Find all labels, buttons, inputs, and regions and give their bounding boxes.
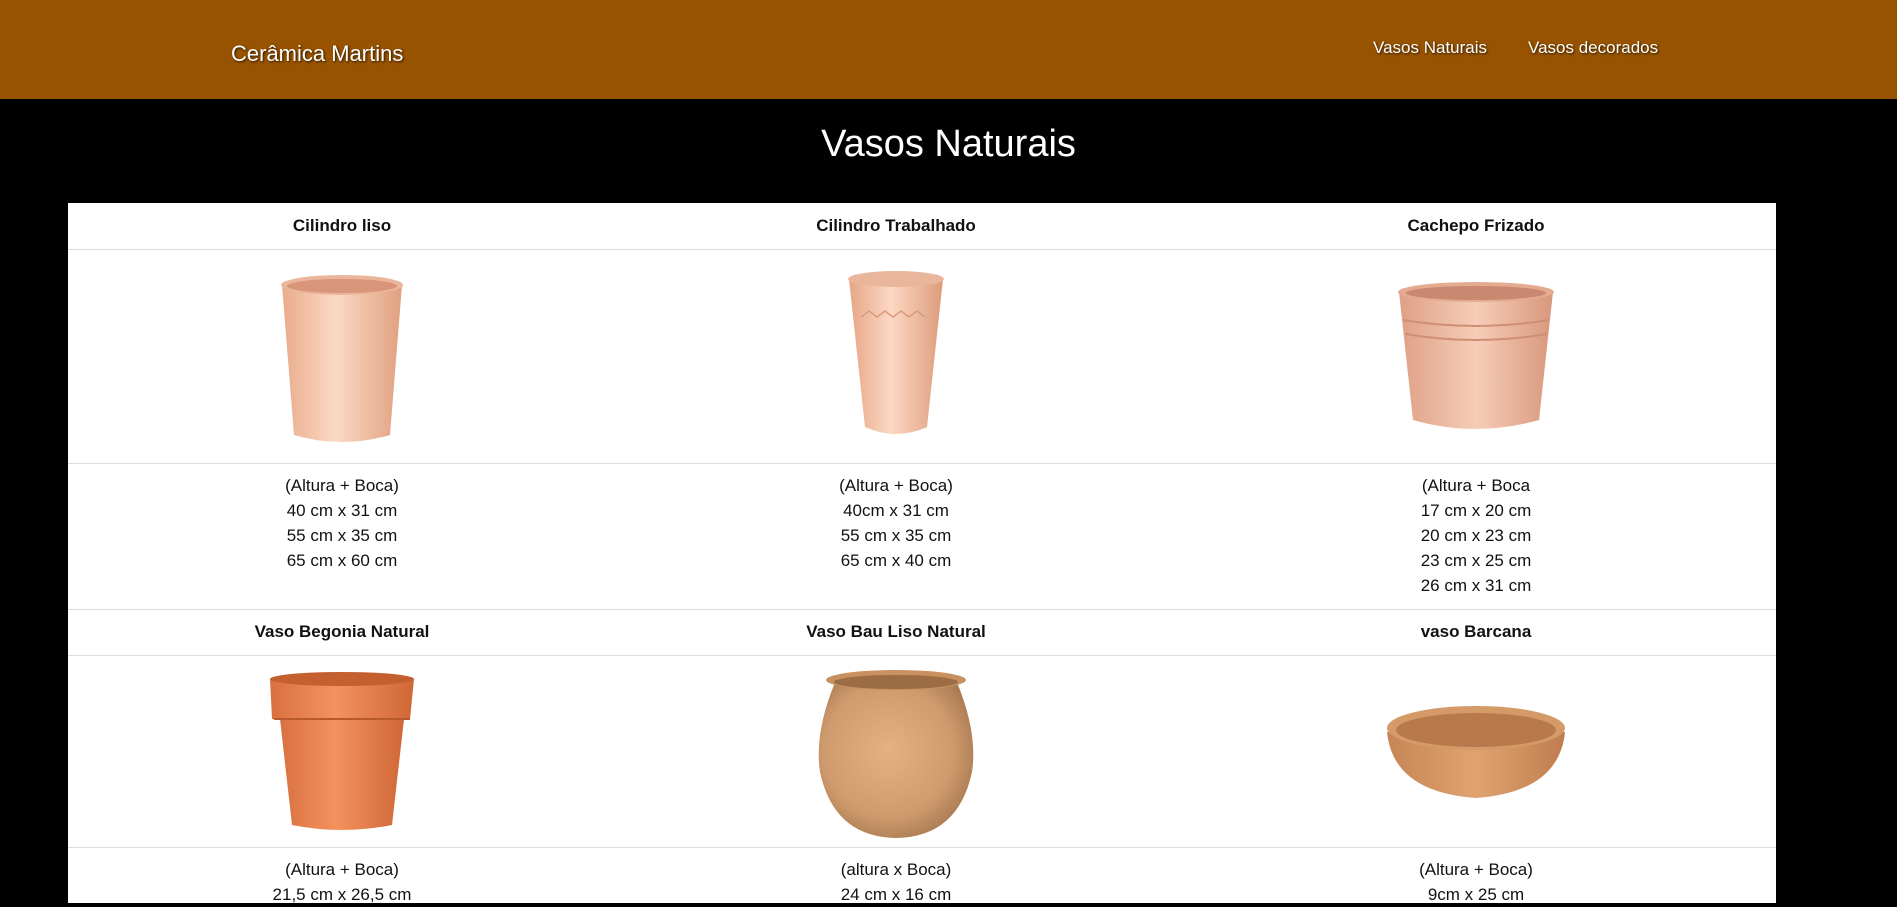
top-navbar: Cerâmica Martins Vasos Naturais Vasos de… [0, 0, 1897, 99]
dimension-line: 65 cm x 60 cm [286, 551, 398, 570]
product-dimensions: (Altura + Boca) 40 cm x 31 cm 55 cm x 35… [68, 473, 616, 573]
ridged-cachepot-photo [1176, 250, 1776, 463]
dimension-line: (Altura + Boca [1421, 476, 1531, 495]
dimension-line: 20 cm x 23 cm [1420, 526, 1532, 545]
table-divider [68, 463, 1776, 464]
dimension-line: 65 cm x 40 cm [840, 551, 952, 570]
product-name: Vaso Bau Liso Natural [806, 622, 986, 641]
shallow-bowl-pot-photo [1176, 656, 1776, 847]
dimension-line: 40cm x 31 cm [843, 501, 949, 520]
product-name: Cilindro liso [292, 216, 392, 235]
dimension-line: 21,5 cm x 26,5 cm [272, 885, 412, 904]
round-bau-pot-photo [616, 656, 1176, 847]
dimension-line: (altura x Boca) [840, 860, 952, 879]
dimension-line: (Altura + Boca) [285, 476, 399, 495]
product-table: Cilindro liso Cilindro Trabalhado Cachep… [68, 203, 1776, 904]
product-dimensions: (Altura + Boca) 40cm x 31 cm 55 cm x 35 … [616, 473, 1176, 573]
carved-cylinder-pot-photo [616, 250, 1176, 463]
product-dimensions: (Altura + Boca) 9cm x 25 cm [1176, 857, 1776, 907]
dimension-line: 55 cm x 35 cm [286, 526, 398, 545]
dimension-line: 26 cm x 31 cm [1420, 576, 1532, 595]
cylinder-pot-photo [68, 250, 616, 463]
dimension-line: 23 cm x 25 cm [1420, 551, 1532, 570]
dimension-line: 24 cm x 16 cm [840, 885, 952, 904]
dimension-line: (Altura + Boca) [285, 860, 399, 879]
brand-link[interactable]: Cerâmica Martins [231, 40, 403, 68]
product-name: Vaso Begonia Natural [254, 622, 430, 641]
nav-link-vasos-decorados[interactable]: Vasos decorados [1528, 37, 1658, 59]
nav-link-vasos-naturais[interactable]: Vasos Naturais [1373, 37, 1487, 59]
product-dimensions: (Altura + Boca 17 cm x 20 cm 20 cm x 23 … [1176, 473, 1776, 598]
begonia-pot-photo [68, 656, 616, 847]
product-name: vaso Barcana [1420, 622, 1532, 641]
dimension-line: 17 cm x 20 cm [1420, 501, 1532, 520]
product-name: Cilindro Trabalhado [816, 216, 976, 235]
dimension-line: (Altura + Boca) [1419, 860, 1533, 879]
page-title: Vasos Naturais [821, 123, 1076, 165]
table-divider [68, 847, 1776, 848]
dimension-line: (Altura + Boca) [839, 476, 953, 495]
dimension-line: 9cm x 25 cm [1427, 885, 1525, 904]
product-name: Cachepo Frizado [1407, 216, 1545, 235]
product-dimensions: (Altura + Boca) 21,5 cm x 26,5 cm [68, 857, 616, 907]
dimension-line: 55 cm x 35 cm [840, 526, 952, 545]
product-dimensions: (altura x Boca) 24 cm x 16 cm [616, 857, 1176, 907]
dimension-line: 40 cm x 31 cm [286, 501, 398, 520]
table-divider [68, 609, 1776, 610]
